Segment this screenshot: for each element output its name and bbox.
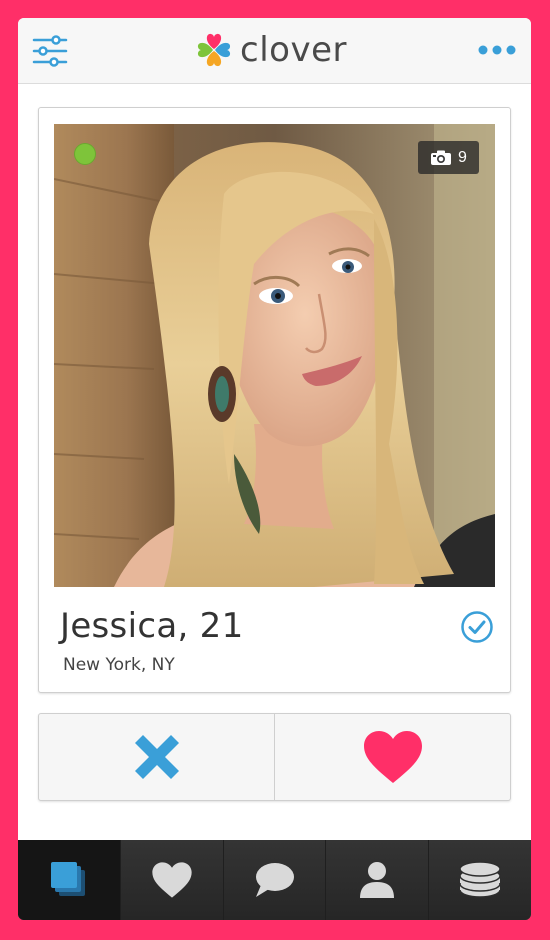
profile-name-age: Jessica, 21 [60,606,244,646]
tab-coins[interactable] [429,840,531,920]
profile-photo-image [54,124,495,587]
tab-browse[interactable] [18,840,121,920]
app-name: clover [240,30,347,70]
photo-count-badge[interactable]: 9 [418,141,479,174]
profile-photo[interactable]: 9 [54,124,495,587]
x-icon [134,735,179,779]
tab-messages[interactable] [223,840,327,920]
clover-logo-icon [197,33,231,67]
tab-likes[interactable] [120,840,224,920]
sliders-icon [32,35,68,67]
profile-location: New York, NY [63,655,175,675]
more-dots-icon [478,45,516,55]
heart-icon [152,862,192,898]
chat-bubble-icon [256,863,295,897]
photo-count-label: 9 [458,148,467,166]
profile-card[interactable]: 9 Jessica, 21 New York, NY [38,107,511,693]
top-bar: clover [18,18,531,84]
tab-profile[interactable] [326,840,430,920]
bottom-tab-bar [18,840,531,920]
coins-stack-icon [459,861,501,898]
heart-icon [363,731,422,783]
verified-badge [460,610,494,644]
cards-stack-icon [50,862,85,896]
filter-button[interactable] [32,33,68,69]
app-logo: clover [194,28,347,72]
more-options-button[interactable] [477,40,517,60]
online-status-indicator [74,143,96,165]
person-icon [360,862,395,898]
camera-icon [431,150,452,165]
action-bar [38,713,511,801]
check-circle-icon [461,611,493,643]
dislike-button[interactable] [39,714,274,800]
like-button[interactable] [274,714,510,800]
app-screen: clover 9 Jessica, 21 New York, NY [18,18,531,920]
